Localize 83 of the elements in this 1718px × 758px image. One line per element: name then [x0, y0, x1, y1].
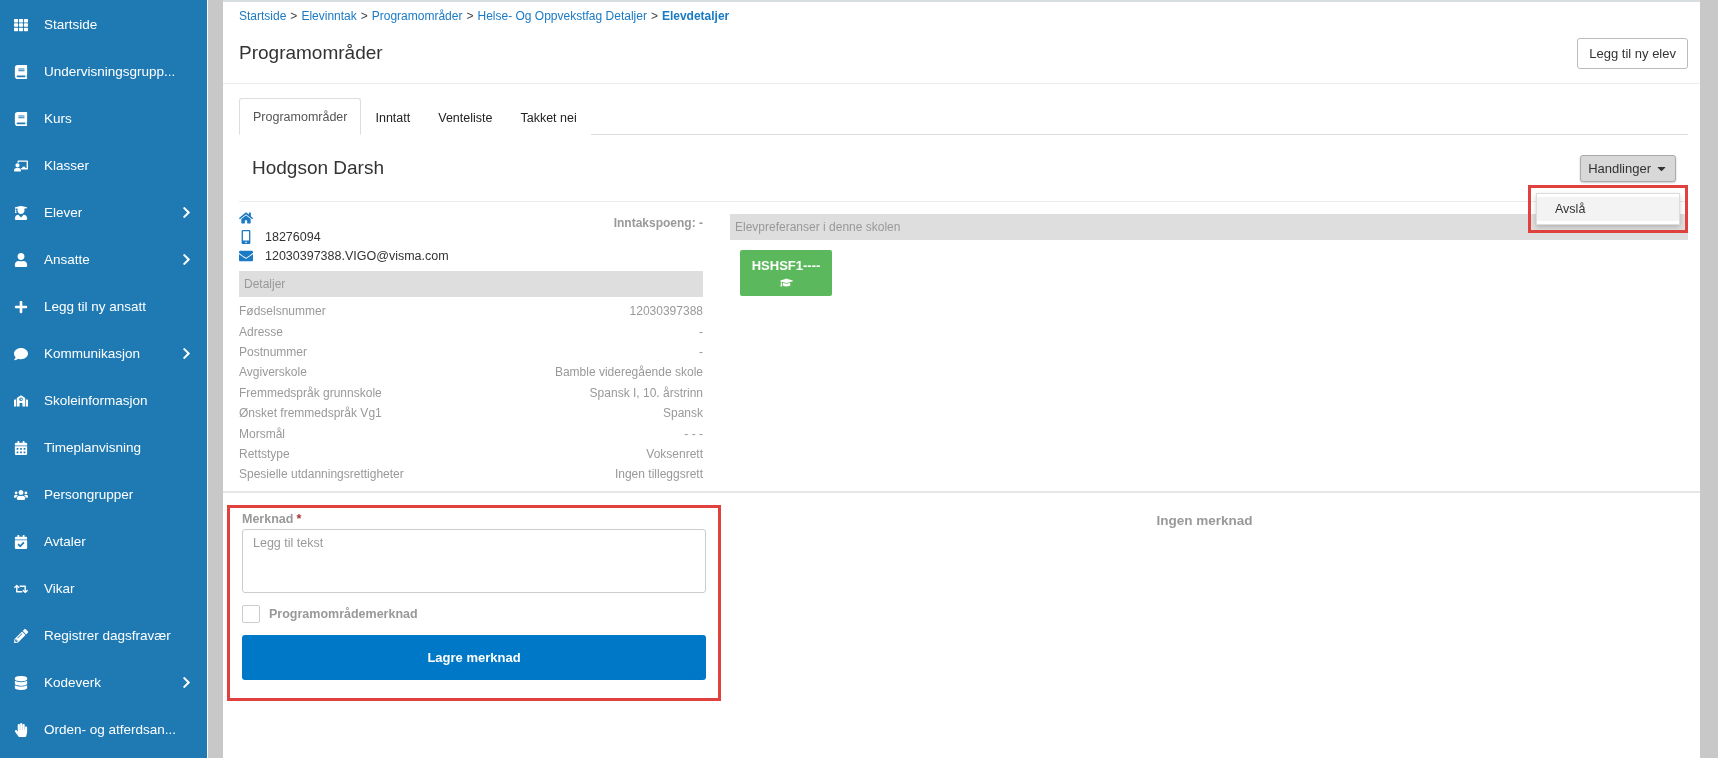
- sidebar-item[interactable]: Kurs: [0, 95, 207, 142]
- note-field[interactable]: Legg til tekst: [242, 528, 706, 593]
- sidebar-item[interactable]: Kodeverk: [0, 659, 207, 706]
- sidebar-item[interactable]: Startside: [0, 1, 207, 48]
- plus-icon: [14, 299, 28, 314]
- section-header: Elevpreferanser i denne skolen: [730, 214, 1688, 240]
- email-icon: [239, 248, 253, 263]
- sidebar-item[interactable]: Avtaler: [0, 518, 207, 565]
- calendar-icon: [14, 440, 28, 455]
- breadcrumb-link[interactable]: Programområder: [371, 9, 463, 23]
- classroom-icon: [14, 158, 28, 173]
- school-icon: [14, 393, 28, 408]
- detail-label: Ønsket fremmedspråk Vg1: [239, 406, 382, 421]
- detail-label: Fremmedspråk grunnskole: [239, 385, 382, 400]
- home-icon: [239, 210, 253, 225]
- sidebar-item[interactable]: Orden- og atferdsan...: [0, 706, 207, 753]
- program-tile[interactable]: HSHSF1----: [740, 250, 832, 296]
- detail-value: -: [699, 324, 703, 339]
- empty-message: Ingen merknad: [1155, 511, 1254, 530]
- chevron-right-icon: [180, 347, 193, 360]
- sidebar-item[interactable]: Undervisningsgrupp...: [0, 48, 207, 95]
- sidebar-item[interactable]: Persongrupper: [0, 471, 207, 518]
- book-icon: [14, 111, 28, 126]
- detail-value: Spansk I, 10. årstrinn: [589, 385, 703, 400]
- menu-item[interactable]: Avslå: [1537, 197, 1679, 221]
- breadcrumb-link[interactable]: Startside: [239, 9, 287, 23]
- person-icon: [14, 252, 28, 267]
- chevron-right-icon: [180, 253, 193, 266]
- phone-icon: [239, 229, 253, 244]
- pencil-icon: [14, 628, 28, 643]
- tab[interactable]: Programområder: [239, 98, 362, 135]
- breadcrumb-link[interactable]: Elevinntak: [301, 9, 357, 23]
- breadcrumb-link[interactable]: Helse- Og Oppvekstfag Detaljer: [477, 9, 647, 23]
- detail-value: - - -: [684, 426, 703, 441]
- detail-label: Rettstype: [239, 446, 290, 461]
- field-label: Merknad *: [242, 511, 303, 526]
- chat-icon: [14, 346, 28, 361]
- save-button[interactable]: Lagre merknad: [242, 634, 706, 680]
- book-icon: [14, 64, 28, 79]
- add-student-button[interactable]: Legg til ny elev: [1577, 37, 1688, 69]
- detail-label: Spesielle utdanningsrettigheter: [239, 467, 404, 482]
- sidebar-item[interactable]: Ansatte: [0, 236, 207, 283]
- section-header: Detaljer: [239, 271, 703, 297]
- actions-dropdown-button[interactable]: Handlinger: [1580, 154, 1676, 182]
- checkbox[interactable]: [242, 604, 260, 623]
- breadcrumb-separator: >: [290, 9, 298, 23]
- sidebar-item[interactable]: Elever: [0, 189, 207, 236]
- email-address: 12030397388.VIGO@visma.com: [265, 248, 450, 263]
- breadcrumb-separator: >: [466, 9, 474, 23]
- intake-score: Inntakspoeng: -: [613, 215, 703, 230]
- checkbox-label: Programområdemerknad: [269, 606, 418, 621]
- sidebar-item[interactable]: Timeplanvisning: [0, 424, 207, 471]
- grid-icon: [14, 17, 28, 32]
- breadcrumb-separator: >: [360, 9, 368, 23]
- sidebar-item[interactable]: Klasser: [0, 142, 207, 189]
- detail-label: Postnummer: [239, 344, 308, 359]
- detail-value: -: [699, 344, 703, 359]
- sidebar-item[interactable]: Kommunikasjon: [0, 330, 207, 377]
- database-icon: [14, 675, 28, 690]
- detail-value: Bamble videregående skole: [554, 365, 703, 380]
- breadcrumb-separator: >: [650, 9, 658, 23]
- hand-icon: [14, 722, 28, 737]
- detail-value: Spansk: [662, 406, 703, 421]
- sidebar-item[interactable]: Legg til ny ansatt: [0, 283, 207, 330]
- student-name: Hodgson Darsh: [252, 157, 385, 179]
- group-icon: [14, 487, 28, 502]
- sidebar-item[interactable]: Registrer dagsfravær: [0, 612, 207, 659]
- detail-value: Ingen tilleggsrett: [614, 467, 703, 482]
- chevron-right-icon: [180, 676, 193, 689]
- detail-value: Voksenrett: [646, 446, 703, 461]
- calendar-check-icon: [14, 534, 28, 549]
- detail-label: Avgiverskole: [239, 365, 307, 380]
- sidebar-item[interactable]: Vikar: [0, 565, 207, 612]
- page-title: Programområder: [239, 42, 383, 64]
- detail-label: Morsmål: [239, 426, 285, 441]
- breadcrumb-link[interactable]: Elevdetaljer: [661, 9, 730, 23]
- chevron-right-icon: [180, 206, 193, 219]
- detail-value: 12030397388: [629, 304, 703, 319]
- detail-label: Adresse: [239, 324, 284, 339]
- sidebar-item[interactable]: Skoleinformasjon: [0, 377, 207, 424]
- student-icon: [14, 205, 28, 220]
- phone-number: 18276094: [265, 229, 322, 244]
- detail-label: Fødselsnummer: [239, 304, 326, 319]
